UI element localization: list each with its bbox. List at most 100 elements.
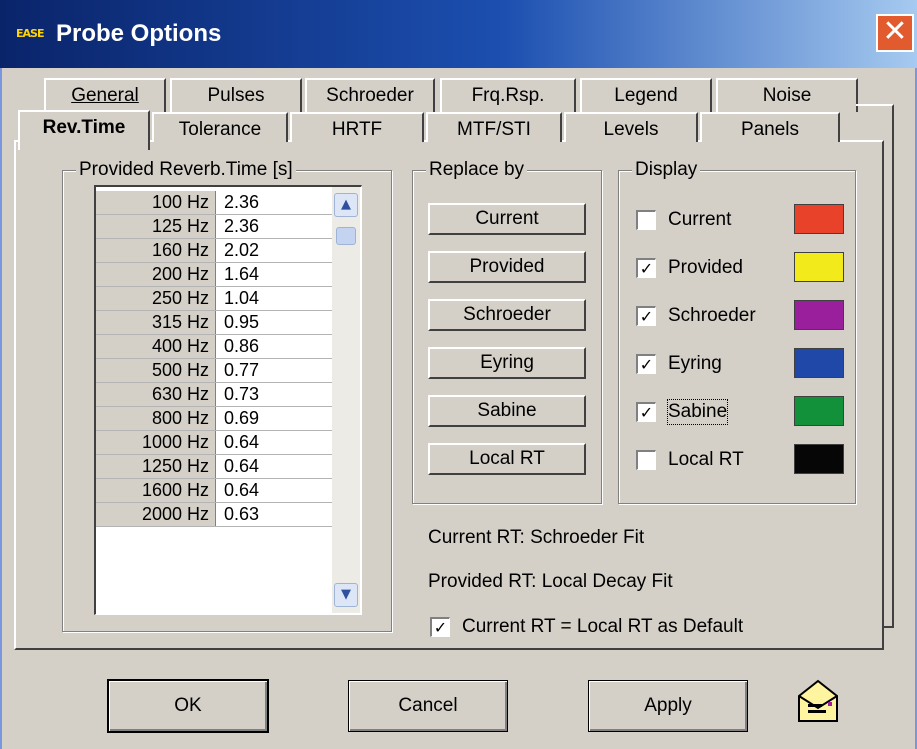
rt-value-cell[interactable]: 0.86 [224, 335, 259, 358]
apply-button[interactable]: Apply [588, 680, 748, 732]
tab-levels[interactable]: Levels [564, 112, 698, 142]
rt-value-cell[interactable]: 0.63 [224, 503, 259, 526]
display-provided-color-swatch[interactable] [794, 252, 844, 282]
scrollbar[interactable]: ▲ ▼ [332, 187, 360, 613]
table-row[interactable]: 160 Hz 2.02 [96, 239, 332, 263]
table-row[interactable]: 315 Hz 0.95 [96, 311, 332, 335]
table-row[interactable]: 100 Hz 2.36 [96, 191, 332, 215]
display-eyring-color-swatch[interactable] [794, 348, 844, 378]
tab-mtf-sti[interactable]: MTF/STI [426, 112, 562, 142]
display-eyring-label: Eyring [668, 353, 722, 374]
replace-provided-button[interactable]: Provided [428, 251, 586, 283]
tab-label: Legend [614, 85, 678, 106]
table-row[interactable]: 1250 Hz 0.64 [96, 455, 332, 479]
display-current-color-swatch[interactable] [794, 204, 844, 234]
rt-value-cell[interactable]: 0.77 [224, 359, 259, 382]
mail-icon[interactable] [796, 678, 840, 724]
tab-label: Pulses [207, 85, 265, 106]
tab-tolerance[interactable]: Tolerance [152, 112, 288, 142]
freq-cell: 160 Hz [96, 239, 216, 262]
tab-label: Frq.Rsp. [471, 85, 545, 106]
table-row[interactable]: 1000 Hz 0.64 [96, 431, 332, 455]
rt-value-cell[interactable]: 0.69 [224, 407, 259, 430]
tab-rev-time[interactable]: Rev.Time [18, 110, 150, 150]
tab-label: MTF/STI [457, 119, 531, 140]
tab-general[interactable]: General [44, 78, 166, 112]
freq-cell: 100 Hz [96, 191, 216, 214]
table-row[interactable]: 630 Hz 0.73 [96, 383, 332, 407]
table-row[interactable]: 1600 Hz 0.64 [96, 479, 332, 503]
tab-hrtf[interactable]: HRTF [290, 112, 424, 142]
rt-value-cell[interactable]: 0.64 [224, 455, 259, 478]
table-row[interactable]: 200 Hz 1.64 [96, 263, 332, 287]
display-sabine-color-swatch[interactable] [794, 396, 844, 426]
default-rt-checkbox[interactable]: ✓ [430, 617, 450, 637]
freq-cell: 1600 Hz [96, 479, 216, 502]
display-local-rt-checkbox[interactable] [636, 450, 656, 470]
tab-label: Noise [762, 85, 812, 106]
table-row[interactable]: 400 Hz 0.86 [96, 335, 332, 359]
tab-label: Panels [740, 119, 800, 140]
display-local-rt-color-swatch[interactable] [794, 444, 844, 474]
cancel-button[interactable]: Cancel [348, 680, 508, 732]
table-row[interactable]: 2000 Hz 0.63 [96, 503, 332, 527]
rt-value-cell[interactable]: 1.64 [224, 263, 259, 286]
tab-label: HRTF [331, 119, 383, 140]
rt-value-cell[interactable]: 1.04 [224, 287, 259, 310]
display-provided-label: Provided [668, 257, 743, 278]
display-schroeder-label: Schroeder [668, 305, 756, 326]
tab-panels[interactable]: Panels [700, 112, 840, 142]
freq-cell: 200 Hz [96, 263, 216, 286]
rt-value-cell[interactable]: 0.73 [224, 383, 259, 406]
display-provided-checkbox[interactable]: ✓ [636, 258, 656, 278]
tab-legend[interactable]: Legend [580, 78, 712, 112]
tab-label: General [71, 85, 139, 106]
rt-value-cell[interactable]: 2.02 [224, 239, 259, 262]
tab-label: Tolerance [178, 119, 262, 140]
replace-local-rt-button[interactable]: Local RT [428, 443, 586, 475]
display-current-checkbox[interactable] [636, 210, 656, 230]
display-group-label: Display [632, 159, 701, 181]
table-row[interactable]: 800 Hz 0.69 [96, 407, 332, 431]
scrollbar-thumb[interactable] [336, 227, 356, 245]
provided-rt-table[interactable]: 100 Hz 2.36 125 Hz 2.36 160 Hz 2.02 200 Hz 1.64… [94, 185, 362, 615]
tab-noise[interactable]: Noise [716, 78, 858, 112]
display-current-label: Current [668, 209, 732, 230]
replace-current-button[interactable]: Current [428, 203, 586, 235]
tab-label: Levels [603, 119, 659, 140]
close-icon[interactable]: ✕ [876, 14, 914, 52]
replace-schroeder-button[interactable]: Schroeder [428, 299, 586, 331]
freq-cell: 2000 Hz [96, 503, 216, 526]
display-sabine-checkbox[interactable]: ✓ [636, 402, 656, 422]
tab-label: Rev.Time [42, 117, 126, 138]
current-rt-info: Current RT: Schroeder Fit [428, 527, 645, 548]
rt-value-cell[interactable]: 0.64 [224, 479, 259, 502]
chevron-up-icon[interactable]: ▲ [334, 193, 358, 217]
provided-rt-info: Provided RT: Local Decay Fit [428, 571, 673, 592]
tab-schroeder[interactable]: Schroeder [305, 78, 435, 112]
rt-value-cell[interactable]: 2.36 [224, 191, 259, 214]
table-row[interactable]: 125 Hz 2.36 [96, 215, 332, 239]
tab-pulses[interactable]: Pulses [170, 78, 302, 112]
freq-cell: 1250 Hz [96, 455, 216, 478]
rt-value-cell[interactable]: 2.36 [224, 215, 259, 238]
table-row[interactable]: 250 Hz 1.04 [96, 287, 332, 311]
freq-cell: 125 Hz [96, 215, 216, 238]
freq-cell: 400 Hz [96, 335, 216, 358]
freq-cell: 630 Hz [96, 383, 216, 406]
chevron-down-icon[interactable]: ▼ [334, 583, 358, 607]
tab-frq-rsp[interactable]: Frq.Rsp. [440, 78, 576, 112]
display-eyring-checkbox[interactable]: ✓ [636, 354, 656, 374]
replace-by-group-label: Replace by [426, 159, 528, 181]
default-rt-label: Current RT = Local RT as Default [462, 616, 744, 637]
ok-button[interactable]: OK [107, 679, 269, 733]
replace-sabine-button[interactable]: Sabine [428, 395, 586, 427]
table-row[interactable]: 500 Hz 0.77 [96, 359, 332, 383]
rt-value-cell[interactable]: 0.95 [224, 311, 259, 334]
display-local-rt-label: Local RT [668, 449, 744, 470]
display-schroeder-color-swatch[interactable] [794, 300, 844, 330]
replace-eyring-button[interactable]: Eyring [428, 347, 586, 379]
app-logo: EASE [16, 27, 44, 40]
rt-value-cell[interactable]: 0.64 [224, 431, 259, 454]
display-schroeder-checkbox[interactable]: ✓ [636, 306, 656, 326]
